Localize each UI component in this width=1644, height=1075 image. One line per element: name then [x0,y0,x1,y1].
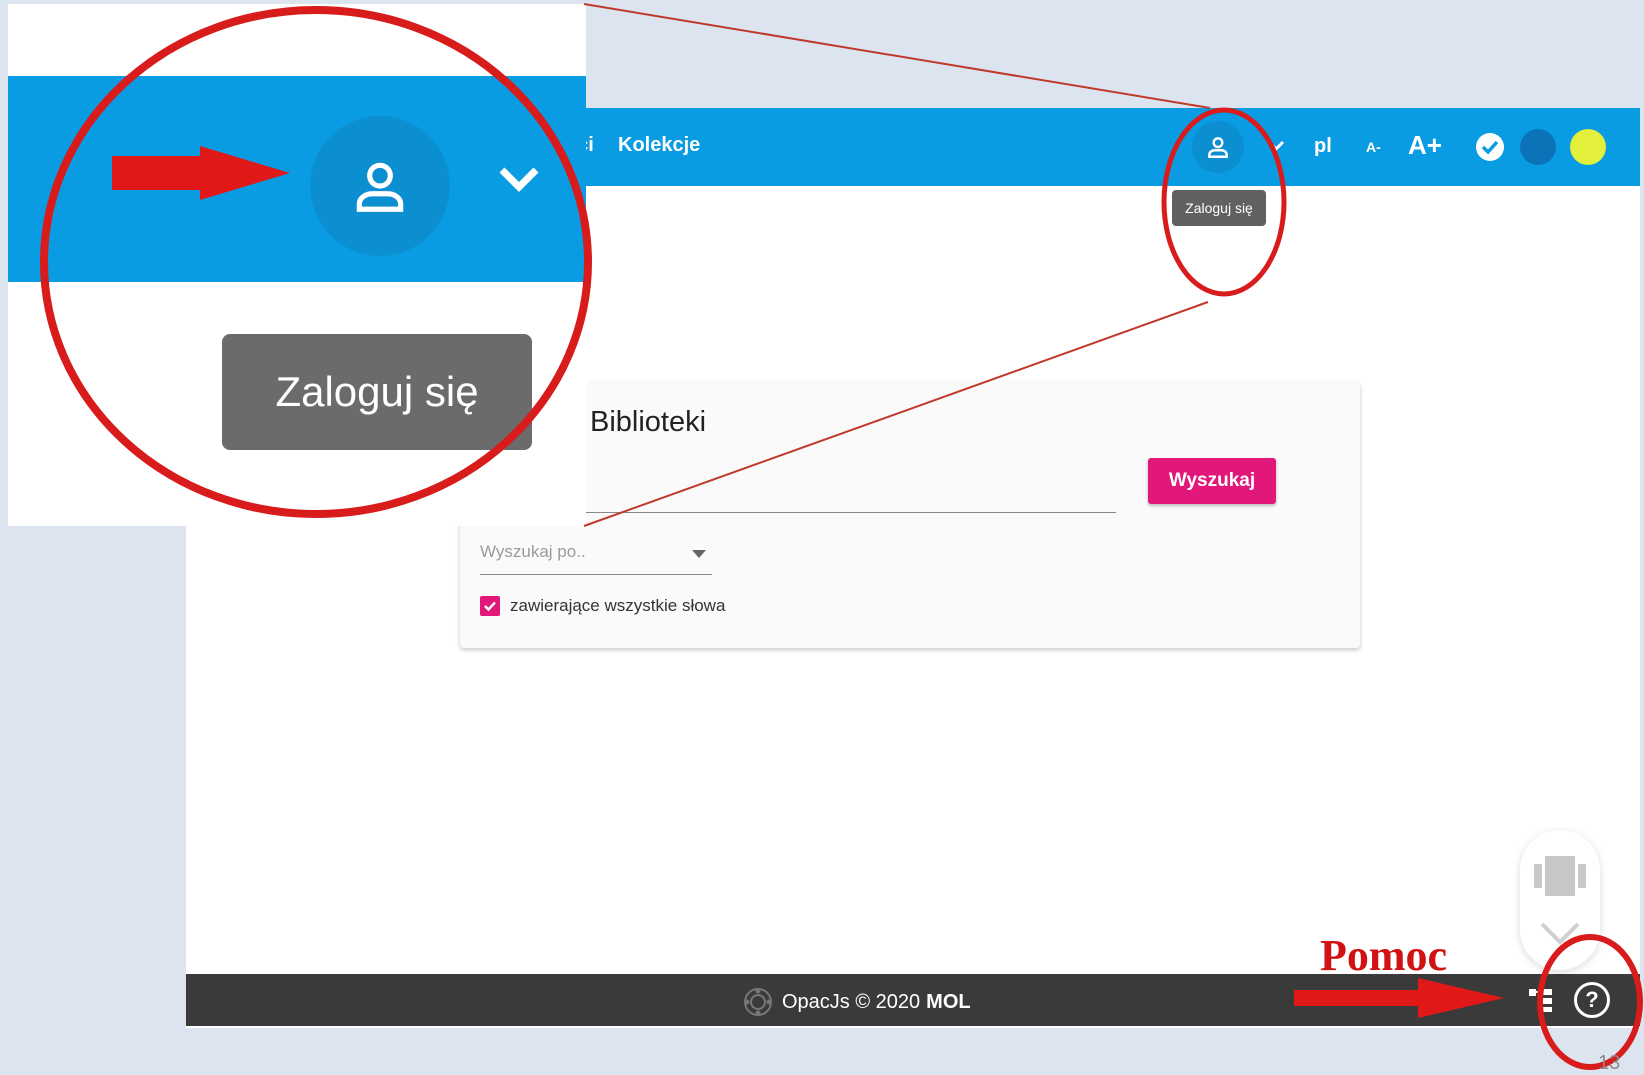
footer-brand: OpacJs © 2020 MOL [742,986,971,1018]
login-tooltip: Zaloguj się [1172,190,1266,226]
slide-number: 13 [1598,1052,1621,1074]
zoom-inset: Zaloguj się [8,4,586,526]
footer-company: MOL [926,990,971,1013]
language-switch[interactable]: pl [1314,135,1332,158]
zoom-login-tooltip: Zaloguj się [222,334,532,450]
help-button[interactable]: ? [1574,982,1610,1018]
footer: OpacJs © 2020 MOL ? [186,974,1640,1026]
floating-widget[interactable] [1520,830,1600,970]
zoom-chevron-down-icon [499,167,539,192]
user-icon [356,162,404,212]
all-words-checkbox[interactable] [480,596,500,616]
callout-line-top [583,3,1211,109]
search-by-select[interactable]: Wyszukaj po.. [480,542,712,575]
user-icon [1208,137,1228,158]
search-button[interactable]: Wyszukaj [1148,458,1276,504]
all-words-label: zawierające wszystkie słowa [510,596,726,615]
dropdown-caret-icon [692,550,706,558]
all-words-option[interactable]: zawierające wszystkie słowa [480,596,725,616]
font-increase-button[interactable]: A+ [1408,130,1442,161]
check-icon [484,601,496,612]
font-decrease-button[interactable]: A- [1366,139,1381,155]
question-icon: ? [1585,987,1599,1012]
check-circle-icon [1476,133,1504,161]
footer-copyright: OpacJs © 2020 [782,990,921,1013]
zoom-user-button [310,116,450,256]
sitemap-icon[interactable] [1528,987,1556,1013]
theme-default-button[interactable] [1472,129,1508,165]
search-by-placeholder: Wyszukaj po.. [480,542,586,561]
user-menu-chevron-icon[interactable] [1262,132,1290,160]
opac-logo-icon [744,988,772,1016]
carousel-icon [1534,856,1586,945]
search-card: Biblioteki Wyszukaj Wyszukaj po.. zawier… [460,382,1360,648]
search-card-title: Biblioteki [590,406,707,438]
nav-link-collections[interactable]: Kolekcje [618,134,700,157]
help-annotation-label: Pomoc [1320,931,1448,980]
theme-yellow-button[interactable] [1570,129,1606,165]
theme-dark-blue-button[interactable] [1520,129,1556,165]
user-menu-button[interactable] [1192,121,1244,173]
